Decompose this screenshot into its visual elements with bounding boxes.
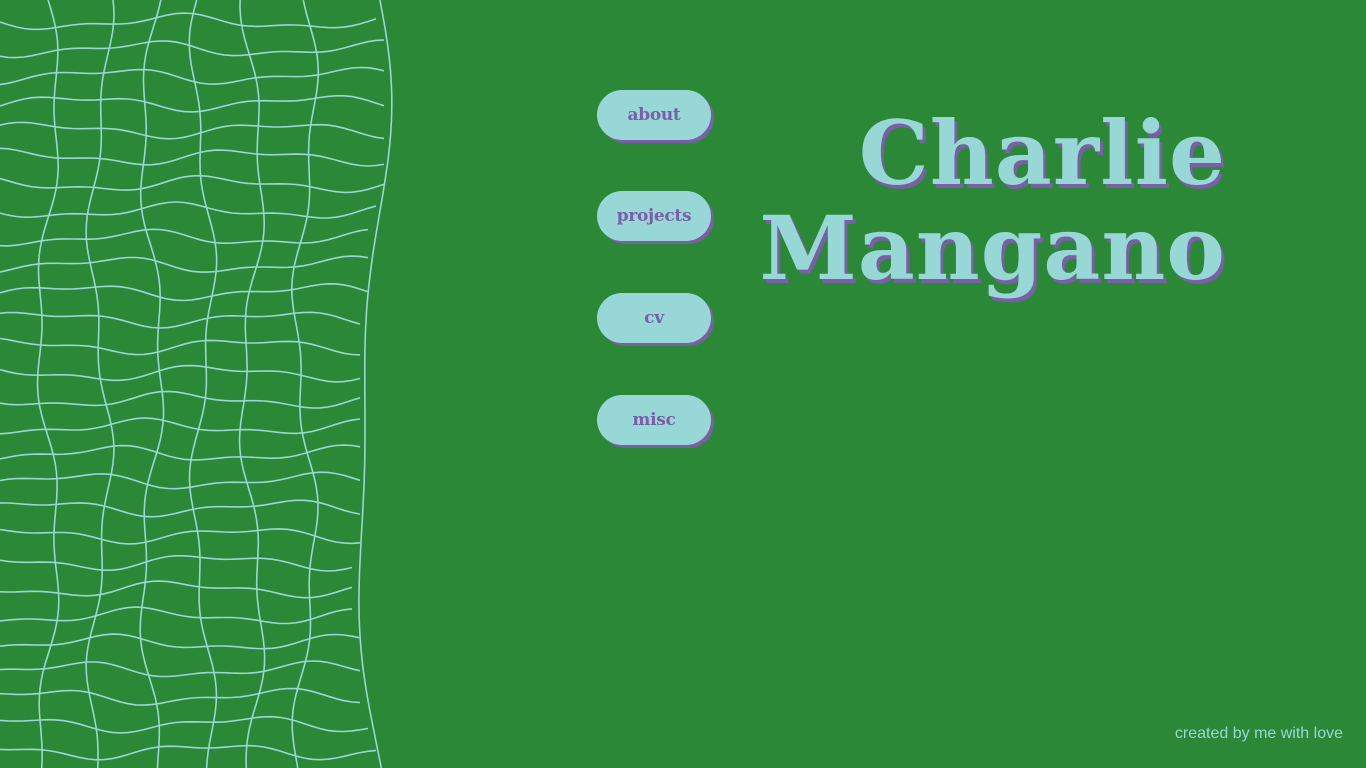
grid-line-horizontal	[0, 95, 385, 113]
grid-line-horizontal	[0, 687, 361, 706]
about-button[interactable]: about	[597, 90, 711, 140]
misc-button[interactable]: misc	[597, 395, 711, 445]
projects-button[interactable]: projects	[597, 191, 711, 241]
grid-line-horizontal	[0, 255, 369, 273]
grid-line-horizontal	[0, 201, 377, 219]
title-first-name: Charlie	[858, 101, 1226, 205]
grid-line-horizontal	[0, 715, 369, 734]
grid-line-vertical	[238, 0, 266, 768]
grid-line-horizontal	[0, 311, 361, 329]
grid-line-vertical	[290, 0, 320, 768]
grid-line-horizontal	[0, 555, 353, 572]
grid-line-vertical	[188, 0, 218, 768]
grid-line-horizontal	[0, 121, 385, 140]
grid-line-horizontal	[0, 390, 361, 409]
grid-line-horizontal	[0, 660, 361, 678]
grid-line-horizontal	[0, 364, 361, 383]
grid-line-horizontal	[0, 744, 377, 761]
about-button-label: about	[627, 105, 681, 125]
grid-line-horizontal	[0, 417, 361, 435]
grid-line-horizontal	[0, 337, 361, 356]
grid-line-vertical	[36, 0, 60, 768]
grid-line-horizontal	[0, 606, 353, 625]
projects-button-label: projects	[616, 206, 692, 226]
cv-button-label: cv	[644, 308, 664, 328]
grid-line-vertical	[85, 0, 115, 768]
wavy-grid-art	[0, 0, 393, 768]
misc-button-label: misc	[632, 410, 676, 430]
grid-line-vertical	[139, 0, 165, 768]
grid-line-horizontal	[0, 282, 369, 302]
grid-line-horizontal	[0, 12, 377, 31]
grid-line-horizontal	[0, 228, 369, 247]
grid-line-horizontal	[0, 580, 353, 599]
footer-text: created by me with love	[1174, 725, 1343, 742]
page-title: Charlie Mangano	[759, 106, 1226, 296]
cv-button[interactable]: cv	[597, 293, 711, 343]
grid-line-horizontal	[0, 499, 361, 518]
grid-line-edge	[358, 0, 393, 768]
grid-line-horizontal	[0, 471, 361, 490]
title-last-name: Mangano	[759, 196, 1226, 300]
